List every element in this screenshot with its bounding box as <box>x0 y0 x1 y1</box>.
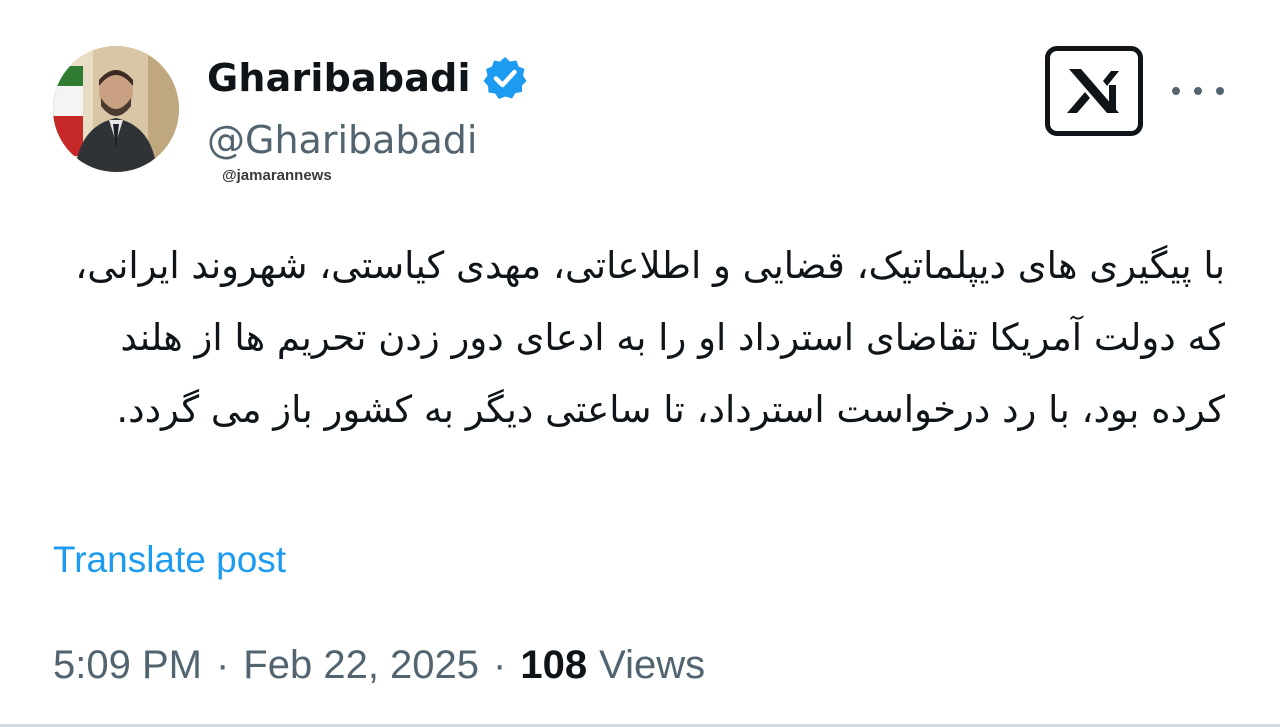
views-count: 108 <box>520 643 588 687</box>
watermark: @jamarannews <box>222 167 332 184</box>
x-logo-icon <box>1045 46 1143 136</box>
tweet-date[interactable]: Feb 22, 2025 <box>243 638 479 692</box>
profile-photo-icon <box>53 46 179 172</box>
meta-separator: · <box>215 643 230 687</box>
more-dot <box>1216 87 1224 95</box>
more-options-icon[interactable] <box>1172 78 1224 104</box>
verified-badge-icon <box>481 54 529 102</box>
tweet-meta: 5:09 PM · Feb 22, 2025 · 108 Views <box>53 638 705 692</box>
author-name-row: Gharibabadi <box>207 50 529 106</box>
meta-separator: · <box>493 643 507 687</box>
tweet-text: با پیگیری های دیپلماتیک، قضایی و اطلاعات… <box>75 244 1225 431</box>
tweet-time[interactable]: 5:09 PM <box>53 638 202 692</box>
display-name[interactable]: Gharibabadi <box>207 50 471 106</box>
translate-post-link[interactable]: Translate post <box>53 535 286 585</box>
more-dot <box>1172 87 1180 95</box>
avatar[interactable] <box>53 46 179 172</box>
author-handle[interactable]: @Gharibabadi <box>207 114 478 166</box>
views-label: Views <box>599 643 706 687</box>
more-dot <box>1194 87 1202 95</box>
tweet-card: Gharibabadi @Gharibabadi @jamarannews با… <box>0 0 1280 727</box>
